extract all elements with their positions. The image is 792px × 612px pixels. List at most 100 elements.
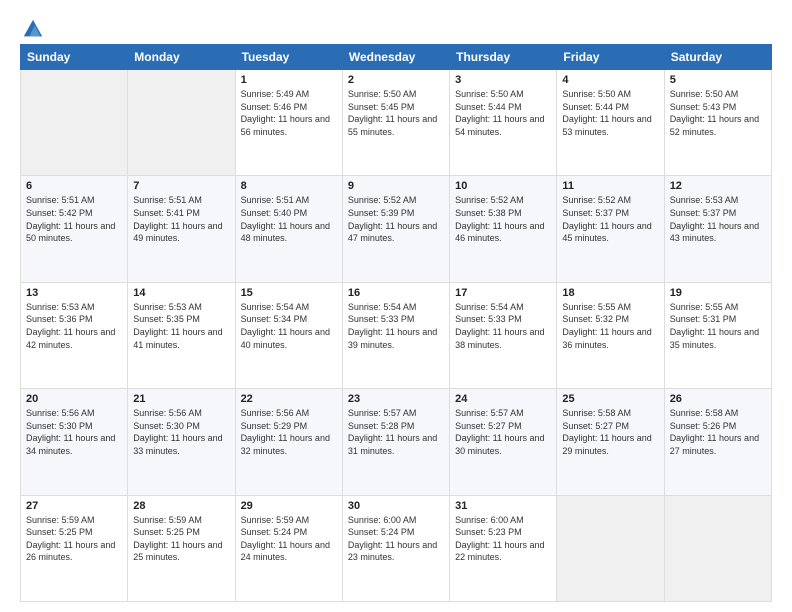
day-number: 4 <box>562 74 658 86</box>
day-header-wednesday: Wednesday <box>342 45 449 70</box>
calendar-cell: 18 Sunrise: 5:55 AMSunset: 5:32 PMDayligh… <box>557 282 664 388</box>
day-info: Sunrise: 5:55 AMSunset: 5:32 PMDaylight:… <box>562 301 658 351</box>
calendar-cell: 12 Sunrise: 5:53 AMSunset: 5:37 PMDayligh… <box>664 176 771 282</box>
day-info: Sunrise: 5:54 AMSunset: 5:34 PMDaylight:… <box>241 301 337 351</box>
day-info: Sunrise: 5:52 AMSunset: 5:37 PMDaylight:… <box>562 194 658 244</box>
day-number: 16 <box>348 287 444 299</box>
calendar-cell: 21 Sunrise: 5:56 AMSunset: 5:30 PMDayligh… <box>128 389 235 495</box>
calendar-cell: 24 Sunrise: 5:57 AMSunset: 5:27 PMDayligh… <box>450 389 557 495</box>
day-header-friday: Friday <box>557 45 664 70</box>
calendar-cell: 13 Sunrise: 5:53 AMSunset: 5:36 PMDayligh… <box>21 282 128 388</box>
day-info: Sunrise: 5:57 AMSunset: 5:27 PMDaylight:… <box>455 407 551 457</box>
day-number: 19 <box>670 287 766 299</box>
calendar-cell: 15 Sunrise: 5:54 AMSunset: 5:34 PMDayligh… <box>235 282 342 388</box>
calendar-cell: 1 Sunrise: 5:49 AMSunset: 5:46 PMDaylight… <box>235 70 342 176</box>
calendar-cell <box>21 70 128 176</box>
day-info: Sunrise: 5:52 AMSunset: 5:39 PMDaylight:… <box>348 194 444 244</box>
calendar-cell: 22Sunrise: 5:56 AMSunset: 5:29 PMDayligh… <box>235 389 342 495</box>
calendar-cell: 11 Sunrise: 5:52 AMSunset: 5:37 PMDayligh… <box>557 176 664 282</box>
day-info: Sunrise: 5:50 AMSunset: 5:44 PMDaylight:… <box>562 88 658 138</box>
calendar-cell: 7 Sunrise: 5:51 AMSunset: 5:41 PMDaylight… <box>128 176 235 282</box>
calendar-cell: 4 Sunrise: 5:50 AMSunset: 5:44 PMDaylight… <box>557 70 664 176</box>
calendar-cell: 9 Sunrise: 5:52 AMSunset: 5:39 PMDaylight… <box>342 176 449 282</box>
day-info: Sunrise: 5:55 AMSunset: 5:31 PMDaylight:… <box>670 301 766 351</box>
day-header-monday: Monday <box>128 45 235 70</box>
day-info: Sunrise: 5:51 AMSunset: 5:42 PMDaylight:… <box>26 194 122 244</box>
day-info: Sunrise: 5:59 AMSunset: 5:25 PMDaylight:… <box>26 514 122 564</box>
calendar-cell <box>664 495 771 601</box>
day-info: Sunrise: 5:59 AMSunset: 5:24 PMDaylight:… <box>241 514 337 564</box>
calendar-cell: 16 Sunrise: 5:54 AMSunset: 5:33 PMDayligh… <box>342 282 449 388</box>
calendar-cell: 5 Sunrise: 5:50 AMSunset: 5:43 PMDaylight… <box>664 70 771 176</box>
calendar-cell: 26 Sunrise: 5:58 AMSunset: 5:26 PMDayligh… <box>664 389 771 495</box>
day-header-saturday: Saturday <box>664 45 771 70</box>
calendar-cell: 2Sunrise: 5:50 AMSunset: 5:45 PMDaylight… <box>342 70 449 176</box>
day-info: Sunrise: 5:56 AMSunset: 5:30 PMDaylight:… <box>133 407 229 457</box>
calendar-cell: 14 Sunrise: 5:53 AMSunset: 5:35 PMDayligh… <box>128 282 235 388</box>
calendar-cell: 27Sunrise: 5:59 AMSunset: 5:25 PMDayligh… <box>21 495 128 601</box>
calendar-cell: 25 Sunrise: 5:58 AMSunset: 5:27 PMDayligh… <box>557 389 664 495</box>
calendar-cell: 19 Sunrise: 5:55 AMSunset: 5:31 PMDayligh… <box>664 282 771 388</box>
day-info: Sunrise: 5:49 AMSunset: 5:46 PMDaylight:… <box>241 88 337 138</box>
day-number: 25 <box>562 393 658 405</box>
day-number: 20 <box>26 393 122 405</box>
calendar-cell: 10Sunrise: 5:52 AMSunset: 5:38 PMDayligh… <box>450 176 557 282</box>
day-header-sunday: Sunday <box>21 45 128 70</box>
day-number: 6 <box>26 180 122 192</box>
day-number: 11 <box>562 180 658 192</box>
logo <box>20 18 44 36</box>
day-number: 17 <box>455 287 551 299</box>
calendar-cell <box>557 495 664 601</box>
day-number: 18 <box>562 287 658 299</box>
logo-text <box>20 18 44 40</box>
day-info: Sunrise: 5:50 AMSunset: 5:43 PMDaylight:… <box>670 88 766 138</box>
day-info: Sunrise: 5:50 AMSunset: 5:44 PMDaylight:… <box>455 88 551 138</box>
day-number: 7 <box>133 180 229 192</box>
calendar-cell: 30Sunrise: 6:00 AMSunset: 5:24 PMDayligh… <box>342 495 449 601</box>
day-number: 3 <box>455 74 551 86</box>
day-info: Sunrise: 5:58 AMSunset: 5:26 PMDaylight:… <box>670 407 766 457</box>
calendar-cell: 23 Sunrise: 5:57 AMSunset: 5:28 PMDayligh… <box>342 389 449 495</box>
day-header-thursday: Thursday <box>450 45 557 70</box>
day-info: Sunrise: 6:00 AMSunset: 5:23 PMDaylight:… <box>455 514 551 564</box>
calendar-cell: 29 Sunrise: 5:59 AMSunset: 5:24 PMDayligh… <box>235 495 342 601</box>
day-number: 28 <box>133 500 229 512</box>
header <box>20 18 772 36</box>
day-number: 12 <box>670 180 766 192</box>
day-number: 13 <box>26 287 122 299</box>
calendar-cell: 31Sunrise: 6:00 AMSunset: 5:23 PMDayligh… <box>450 495 557 601</box>
page: SundayMondayTuesdayWednesdayThursdayFrid… <box>0 0 792 612</box>
day-info: Sunrise: 5:52 AMSunset: 5:38 PMDaylight:… <box>455 194 551 244</box>
calendar-cell: 3 Sunrise: 5:50 AMSunset: 5:44 PMDaylight… <box>450 70 557 176</box>
day-number: 24 <box>455 393 551 405</box>
day-info: Sunrise: 5:54 AMSunset: 5:33 PMDaylight:… <box>455 301 551 351</box>
day-number: 1 <box>241 74 337 86</box>
day-number: 15 <box>241 287 337 299</box>
calendar-cell: 17 Sunrise: 5:54 AMSunset: 5:33 PMDayligh… <box>450 282 557 388</box>
day-info: Sunrise: 5:53 AMSunset: 5:36 PMDaylight:… <box>26 301 122 351</box>
calendar-cell: 28Sunrise: 5:59 AMSunset: 5:25 PMDayligh… <box>128 495 235 601</box>
day-number: 21 <box>133 393 229 405</box>
calendar-cell: 6 Sunrise: 5:51 AMSunset: 5:42 PMDaylight… <box>21 176 128 282</box>
calendar-cell <box>128 70 235 176</box>
day-number: 9 <box>348 180 444 192</box>
day-number: 26 <box>670 393 766 405</box>
day-info: Sunrise: 5:51 AMSunset: 5:41 PMDaylight:… <box>133 194 229 244</box>
day-number: 2 <box>348 74 444 86</box>
day-info: Sunrise: 5:57 AMSunset: 5:28 PMDaylight:… <box>348 407 444 457</box>
day-number: 8 <box>241 180 337 192</box>
day-info: Sunrise: 5:51 AMSunset: 5:40 PMDaylight:… <box>241 194 337 244</box>
day-number: 14 <box>133 287 229 299</box>
calendar-cell: 20 Sunrise: 5:56 AMSunset: 5:30 PMDayligh… <box>21 389 128 495</box>
day-info: Sunrise: 5:53 AMSunset: 5:35 PMDaylight:… <box>133 301 229 351</box>
day-info: Sunrise: 5:53 AMSunset: 5:37 PMDaylight:… <box>670 194 766 244</box>
day-number: 23 <box>348 393 444 405</box>
day-info: Sunrise: 6:00 AMSunset: 5:24 PMDaylight:… <box>348 514 444 564</box>
day-info: Sunrise: 5:54 AMSunset: 5:33 PMDaylight:… <box>348 301 444 351</box>
day-info: Sunrise: 5:56 AMSunset: 5:30 PMDaylight:… <box>26 407 122 457</box>
logo-icon <box>22 18 44 40</box>
day-number: 29 <box>241 500 337 512</box>
day-header-tuesday: Tuesday <box>235 45 342 70</box>
day-number: 5 <box>670 74 766 86</box>
day-info: Sunrise: 5:58 AMSunset: 5:27 PMDaylight:… <box>562 407 658 457</box>
